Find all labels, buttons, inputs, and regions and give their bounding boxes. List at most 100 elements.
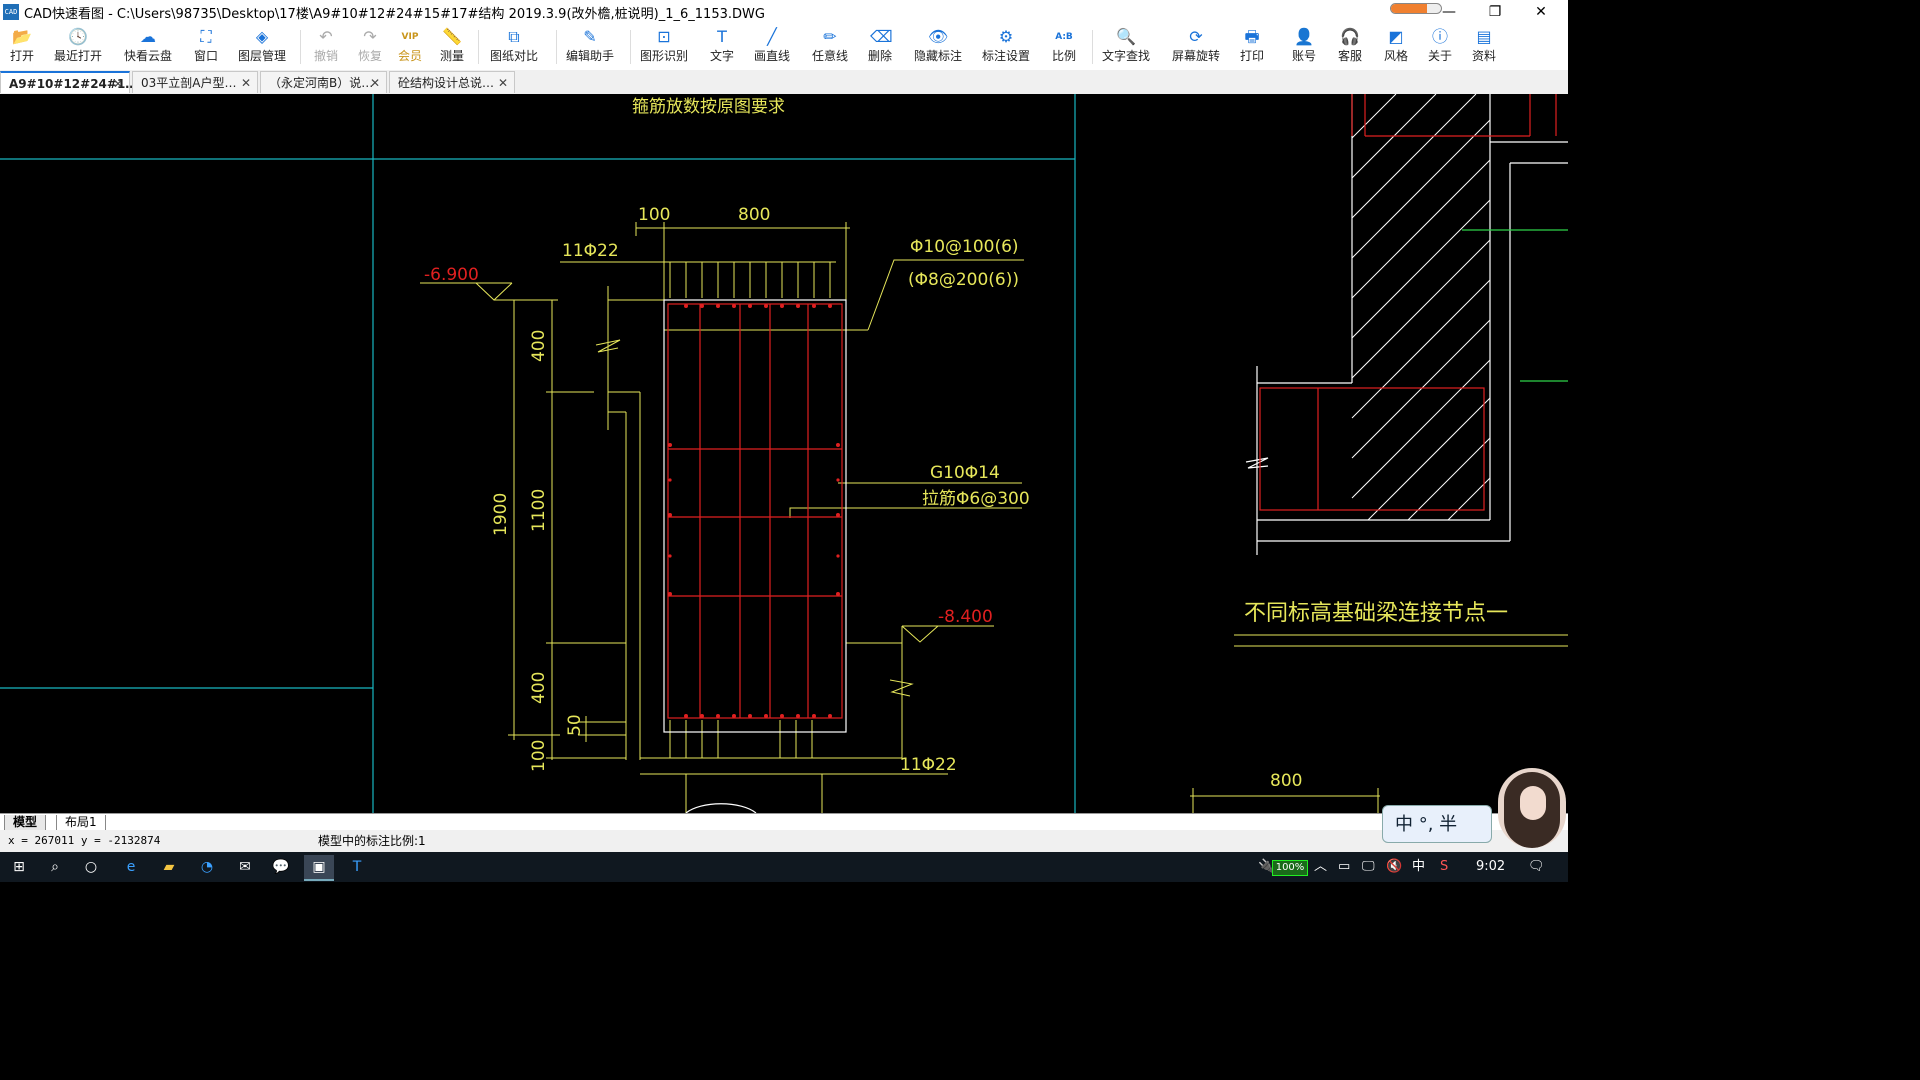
- account-icon: 👤: [1294, 27, 1314, 46]
- battery-indicator[interactable]: 100%: [1272, 860, 1308, 876]
- close-button[interactable]: ✕: [1518, 0, 1564, 24]
- battery-tray-icon[interactable]: ▭: [1338, 852, 1350, 882]
- cad-canvas[interactable]: 箍筋放数按原图要求 100 800 11Φ22 Φ10@100(6) (Φ8@2…: [0, 94, 1568, 813]
- ruler-icon: 📏: [442, 27, 462, 46]
- hide-annotation-icon: 👁: [928, 27, 949, 46]
- title-bar: CAD CAD快速看图 - C:\Users\98735\Desktop\17楼…: [0, 0, 1568, 24]
- tab-layout1[interactable]: 布局1: [56, 815, 106, 831]
- white-linework: [663, 94, 1568, 813]
- annotations: 箍筋放数按原图要求 100 800 11Φ22 Φ10@100(6) (Φ8@2…: [491, 97, 1508, 791]
- close-tab-icon[interactable]: ✕: [241, 72, 251, 94]
- toolbar-button-24[interactable]: 🎧 客服: [1338, 26, 1362, 68]
- toolbar-button-label: 图层管理: [238, 49, 287, 63]
- toolbar-button-12[interactable]: ⊡ 图形识别: [640, 26, 688, 68]
- rebar-dots: [668, 304, 840, 718]
- toolbar-button-label: 打开: [10, 49, 35, 63]
- windows-start-icon[interactable]: ⊞: [4, 855, 34, 879]
- edge-browser-icon[interactable]: e: [116, 855, 146, 879]
- toolbar-button-4[interactable]: ⛶ 窗口: [194, 26, 218, 68]
- mail-icon[interactable]: ✉: [230, 855, 260, 879]
- toolbar-button-label: 任意线: [812, 49, 849, 63]
- elevation-bottom: -8.400: [938, 607, 993, 627]
- vip-icon: VIP: [401, 32, 419, 42]
- close-tab-icon[interactable]: ✕: [113, 73, 123, 95]
- toolbar-button-label: 恢复: [358, 49, 383, 63]
- toolbar-separator: [300, 30, 301, 64]
- toolbar-button-21[interactable]: ⟳ 屏幕旋转: [1172, 26, 1220, 68]
- toolbar-button-label: 隐藏标注: [914, 49, 963, 63]
- file-explorer-icon[interactable]: ▰: [154, 855, 184, 879]
- toolbar-button-label: 比例: [1052, 49, 1077, 63]
- chevron-up-icon[interactable]: ︿: [1314, 852, 1327, 882]
- cortana-icon[interactable]: ○: [76, 855, 106, 879]
- toolbar-button-label: 风格: [1384, 49, 1409, 63]
- toolbar-button-22[interactable]: 🖶 打印: [1240, 26, 1264, 68]
- toolbar-button-label: 画直线: [754, 49, 791, 63]
- toolbar-button-19[interactable]: A:B 比例: [1052, 26, 1076, 68]
- edit-assistant-icon: ✎: [583, 27, 597, 46]
- wechat-icon[interactable]: 💬: [266, 855, 296, 879]
- dim-50: 50: [565, 714, 585, 736]
- tab-model[interactable]: 模型: [4, 815, 47, 831]
- text-app-icon[interactable]: T: [342, 855, 372, 879]
- dim-1900: 1900: [491, 493, 511, 536]
- network-icon[interactable]: 🖵: [1362, 852, 1375, 882]
- toolbar-button-label: 撤销: [314, 49, 339, 63]
- tab-document-3[interactable]: （永定河南B）说… ✕: [260, 71, 387, 93]
- close-tab-icon[interactable]: ✕: [498, 72, 508, 94]
- search-icon[interactable]: ⌕: [40, 855, 70, 879]
- node-title: 不同标高基础梁连接节点一: [1244, 601, 1508, 626]
- toolbar-button-11[interactable]: ✎ 编辑助手: [566, 26, 614, 68]
- toolbar-button-2[interactable]: 🕓 最近打开: [54, 26, 102, 68]
- volume-mute-icon[interactable]: 🔇: [1386, 852, 1402, 882]
- restore-button[interactable]: ❐: [1472, 0, 1518, 24]
- toolbar-button-17[interactable]: 👁 隐藏标注: [914, 26, 962, 68]
- tab-document-4[interactable]: 砼结构设计总说… ✕: [389, 71, 515, 93]
- toolbar-button-15[interactable]: ✏ 任意线: [812, 26, 848, 68]
- tab-document-2[interactable]: 03平立剖A户型… ✕: [132, 71, 258, 93]
- app-logo-icon: CAD: [3, 4, 19, 20]
- text-search-icon: 🔍: [1116, 27, 1136, 46]
- freehand-icon: ✏: [823, 27, 837, 46]
- toolbar-button-label: 账号: [1292, 49, 1317, 63]
- toolbar-button-7[interactable]: ↷ 恢复: [358, 26, 382, 68]
- rebar-label-top: 11Φ22: [562, 241, 619, 261]
- tab-document-1[interactable]: A9#10#12#24#1… ✕: [0, 71, 137, 95]
- toolbar-button-25[interactable]: ◩ 风格: [1384, 26, 1408, 68]
- cad-viewer-taskbar-icon[interactable]: ▣: [304, 855, 334, 881]
- toolbar-button-18[interactable]: ⚙ 标注设置: [982, 26, 1030, 68]
- toolbar-button-8[interactable]: VIP 会员: [398, 26, 422, 68]
- toolbar-button-label: 客服: [1338, 49, 1363, 63]
- cloud-icon: ☁: [140, 27, 156, 46]
- sogou-ime-icon[interactable]: S: [1440, 852, 1448, 882]
- close-tab-icon[interactable]: ✕: [370, 72, 380, 94]
- toolbar-button-26[interactable]: ⓘ 关于: [1428, 26, 1452, 68]
- dim-400-lower: 400: [529, 672, 549, 704]
- ime-toolbar[interactable]: 中 °, 半: [1382, 805, 1492, 843]
- toolbar-button-23[interactable]: 👤 账号: [1292, 26, 1316, 68]
- toolbar-button-1[interactable]: 📂 打开: [10, 26, 34, 68]
- toolbar-button-3[interactable]: ☁ 快看云盘: [124, 26, 172, 68]
- clock[interactable]: 9:02: [1476, 852, 1505, 882]
- toolbar-button-5[interactable]: ◈ 图层管理: [238, 26, 286, 68]
- avatar[interactable]: [1498, 768, 1566, 848]
- toolbar-button-10[interactable]: ⧉ 图纸对比: [490, 26, 538, 68]
- eraser-icon: ⌫: [870, 27, 893, 46]
- cursor-coordinates: x = 267011 y = -2132874: [8, 834, 161, 847]
- toolbar-button-14[interactable]: ╱ 画直线: [754, 26, 790, 68]
- dim-100-top: 100: [638, 205, 670, 225]
- toolbar-button-label: 标注设置: [982, 49, 1031, 63]
- toolbar-button-9[interactable]: 📏 测量: [440, 26, 464, 68]
- notifications-icon[interactable]: 🗨: [1528, 852, 1545, 882]
- minimize-button[interactable]: —: [1426, 0, 1472, 24]
- headset-icon: 🎧: [1340, 27, 1360, 46]
- window-title: CAD快速看图 - C:\Users\98735\Desktop\17楼\A9#…: [24, 7, 765, 22]
- toolbar-button-13[interactable]: T 文字: [710, 26, 734, 68]
- toolbar-button-27[interactable]: ▤ 资料: [1472, 26, 1496, 68]
- input-language[interactable]: 中: [1412, 852, 1425, 882]
- toolbar-button-6[interactable]: ↶ 撤销: [314, 26, 338, 68]
- toolbar-button-16[interactable]: ⌫ 删除: [868, 26, 893, 68]
- toolbar-button-20[interactable]: 🔍 文字查找: [1102, 26, 1150, 68]
- stirrup-label-1: Φ10@100(6): [910, 237, 1019, 257]
- clock-app-icon[interactable]: ◔: [192, 855, 222, 879]
